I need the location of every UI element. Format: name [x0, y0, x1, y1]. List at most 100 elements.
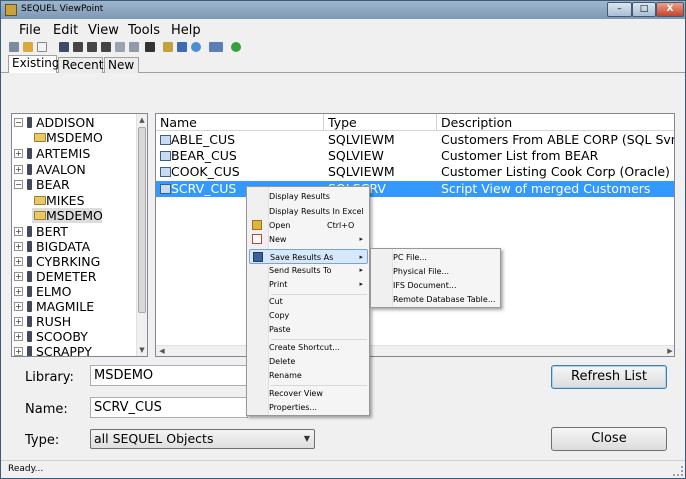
menu-item-open[interactable]: Open Ctrl+O — [249, 218, 367, 233]
submenu-item-ifs-document[interactable]: IFS Document... — [373, 278, 498, 293]
connect-icon[interactable] — [9, 42, 19, 52]
expand-icon[interactable]: + — [14, 332, 23, 341]
tree-item-scrappy[interactable]: + SCRAPPY — [12, 344, 137, 356]
menu-file[interactable]: File — [19, 23, 41, 38]
menu-item-properties[interactable]: Properties... — [249, 400, 367, 415]
expand-icon[interactable]: + — [14, 149, 23, 158]
save-icon[interactable] — [59, 42, 69, 52]
column-divider[interactable] — [436, 114, 437, 131]
tree-item-bigdata[interactable]: + BIGDATA — [12, 239, 137, 254]
expand-icon[interactable]: + — [14, 227, 23, 236]
menu-item-send-results-to[interactable]: Send Results To ▸ — [249, 263, 367, 278]
menu-item-new[interactable]: New ▸ — [249, 232, 367, 247]
name-field[interactable]: SCRV_CUS — [90, 397, 248, 418]
submenu-item-remote-database-table[interactable]: Remote Database Table... — [373, 292, 498, 307]
new-document-icon[interactable] — [37, 42, 47, 52]
list-row-selected[interactable]: SCRV_CUS SQLSCRV Script View of merged C… — [156, 181, 674, 197]
tree-item-magmile[interactable]: + MAGMILE — [12, 299, 137, 314]
menu-item-recover-view[interactable]: Recover View — [249, 386, 367, 401]
column-header-description[interactable]: Description — [441, 115, 512, 130]
tree-vertical-scrollbar[interactable]: ▲ ▼ — [136, 114, 147, 356]
email-icon[interactable] — [115, 42, 125, 52]
expand-icon[interactable]: + — [14, 347, 23, 356]
properties-icon[interactable] — [145, 42, 155, 52]
open-folder-icon[interactable] — [23, 42, 33, 52]
scroll-down-icon[interactable]: ▼ — [137, 344, 147, 356]
column-header-name[interactable]: Name — [160, 115, 197, 130]
server-tree[interactable]: − ADDISON MSDEMO + ARTEMIS + AVALON − BE… — [11, 113, 148, 357]
list-horizontal-scrollbar[interactable]: ◀ ▶ — [156, 345, 674, 356]
tree-item-addison[interactable]: − ADDISON — [12, 115, 137, 130]
expand-icon[interactable]: + — [14, 317, 23, 326]
expand-icon[interactable]: + — [14, 302, 23, 311]
view-icon[interactable] — [73, 42, 83, 52]
menu-item-delete[interactable]: Delete — [249, 354, 367, 369]
submenu-item-physical-file[interactable]: Physical File... — [373, 264, 498, 279]
refresh-icon[interactable] — [191, 42, 201, 52]
tree-item-cybrking[interactable]: + CYBRKING — [12, 254, 137, 269]
script-icon[interactable] — [129, 42, 139, 52]
library-field[interactable]: MSDEMO — [90, 365, 248, 386]
tree-item-bear[interactable]: − BEAR — [12, 177, 137, 192]
menu-item-paste[interactable]: Paste — [249, 322, 367, 337]
scrollbar-thumb[interactable] — [138, 127, 146, 313]
menu-item-copy[interactable]: Copy — [249, 308, 367, 323]
menu-item-display-results[interactable]: Display Results — [249, 189, 367, 204]
menu-tools[interactable]: Tools — [128, 23, 160, 38]
type-select[interactable]: all SEQUEL Objects ▼ — [90, 429, 315, 449]
menu-item-create-shortcut[interactable]: Create Shortcut... — [249, 340, 367, 355]
tree-item-mikes[interactable]: MIKES — [12, 193, 137, 208]
table-icon[interactable] — [101, 42, 111, 52]
refresh-list-button[interactable]: Refresh List — [551, 365, 667, 389]
close-button[interactable]: Close — [551, 427, 667, 451]
help-icon[interactable] — [231, 42, 241, 52]
close-window-button[interactable]: X — [656, 2, 684, 17]
expand-icon[interactable]: + — [14, 287, 23, 296]
tree-item-bert[interactable]: + BERT — [12, 224, 137, 239]
tab-existing[interactable]: Existing — [8, 55, 60, 73]
scroll-right-icon[interactable]: ▶ — [664, 346, 674, 356]
report-icon[interactable] — [87, 42, 97, 52]
tree-item-avalon[interactable]: + AVALON — [12, 162, 137, 177]
list-row[interactable]: BEAR_CUS SQLVIEW Customer List from BEAR — [156, 148, 674, 164]
scroll-left-icon[interactable]: ◀ — [156, 346, 168, 356]
expand-icon[interactable]: + — [14, 165, 23, 174]
collapse-icon[interactable]: − — [14, 118, 23, 127]
title-bar[interactable]: SEQUEL ViewPoint – □ X — [1, 1, 685, 19]
scroll-up-icon[interactable]: ▲ — [137, 114, 147, 126]
submenu-item-pc-file[interactable]: PC File... — [373, 250, 498, 265]
menu-view[interactable]: View — [88, 23, 119, 38]
expand-icon[interactable]: + — [14, 242, 23, 251]
expand-icon[interactable]: + — [14, 272, 23, 281]
tree-item-demeter[interactable]: + DEMETER — [12, 269, 137, 284]
view-options-icon[interactable] — [209, 42, 223, 52]
tree-item-rush[interactable]: + RUSH — [12, 314, 137, 329]
menu-item-cut[interactable]: Cut — [249, 294, 367, 309]
expand-icon[interactable]: + — [14, 257, 23, 266]
resize-grip-icon[interactable] — [673, 466, 683, 476]
menu-item-save-results-as[interactable]: Save Results As ▸ — [249, 249, 368, 264]
tree-item-bear-msdemo[interactable]: MSDEMO — [32, 208, 103, 223]
tree-item-scooby[interactable]: + SCOOBY — [12, 329, 137, 344]
maximize-button[interactable]: □ — [632, 2, 656, 17]
tree-item-msdemo[interactable]: MSDEMO — [12, 130, 137, 145]
library-icon[interactable] — [163, 42, 173, 52]
object-list[interactable]: Name Type Description ABLE_CUS SQLVIEWM … — [155, 113, 675, 357]
menu-edit[interactable]: Edit — [53, 23, 78, 38]
menu-help[interactable]: Help — [171, 23, 201, 38]
tree-item-elmo[interactable]: + ELMO — [12, 284, 137, 299]
list-row[interactable]: COOK_CUS SQLVIEWM Customer Listing Cook … — [156, 164, 674, 180]
tab-new[interactable]: New — [104, 57, 139, 73]
tab-recent[interactable]: Recent — [58, 57, 103, 73]
menu-item-print[interactable]: Print ▸ — [249, 277, 367, 292]
menu-item-rename[interactable]: Rename — [249, 368, 367, 383]
column-header-type[interactable]: Type — [328, 115, 357, 130]
tree-item-artemis[interactable]: + ARTEMIS — [12, 146, 137, 161]
collapse-icon[interactable]: − — [14, 180, 23, 189]
list-row[interactable]: ABLE_CUS SQLVIEWM Customers From ABLE CO… — [156, 132, 674, 148]
menu-item-display-results-excel[interactable]: Display Results In Excel — [249, 204, 367, 219]
name-label: Name: — [25, 402, 68, 417]
minimize-button[interactable]: – — [607, 2, 632, 17]
sort-icon[interactable] — [177, 42, 187, 52]
column-divider[interactable] — [323, 114, 324, 131]
